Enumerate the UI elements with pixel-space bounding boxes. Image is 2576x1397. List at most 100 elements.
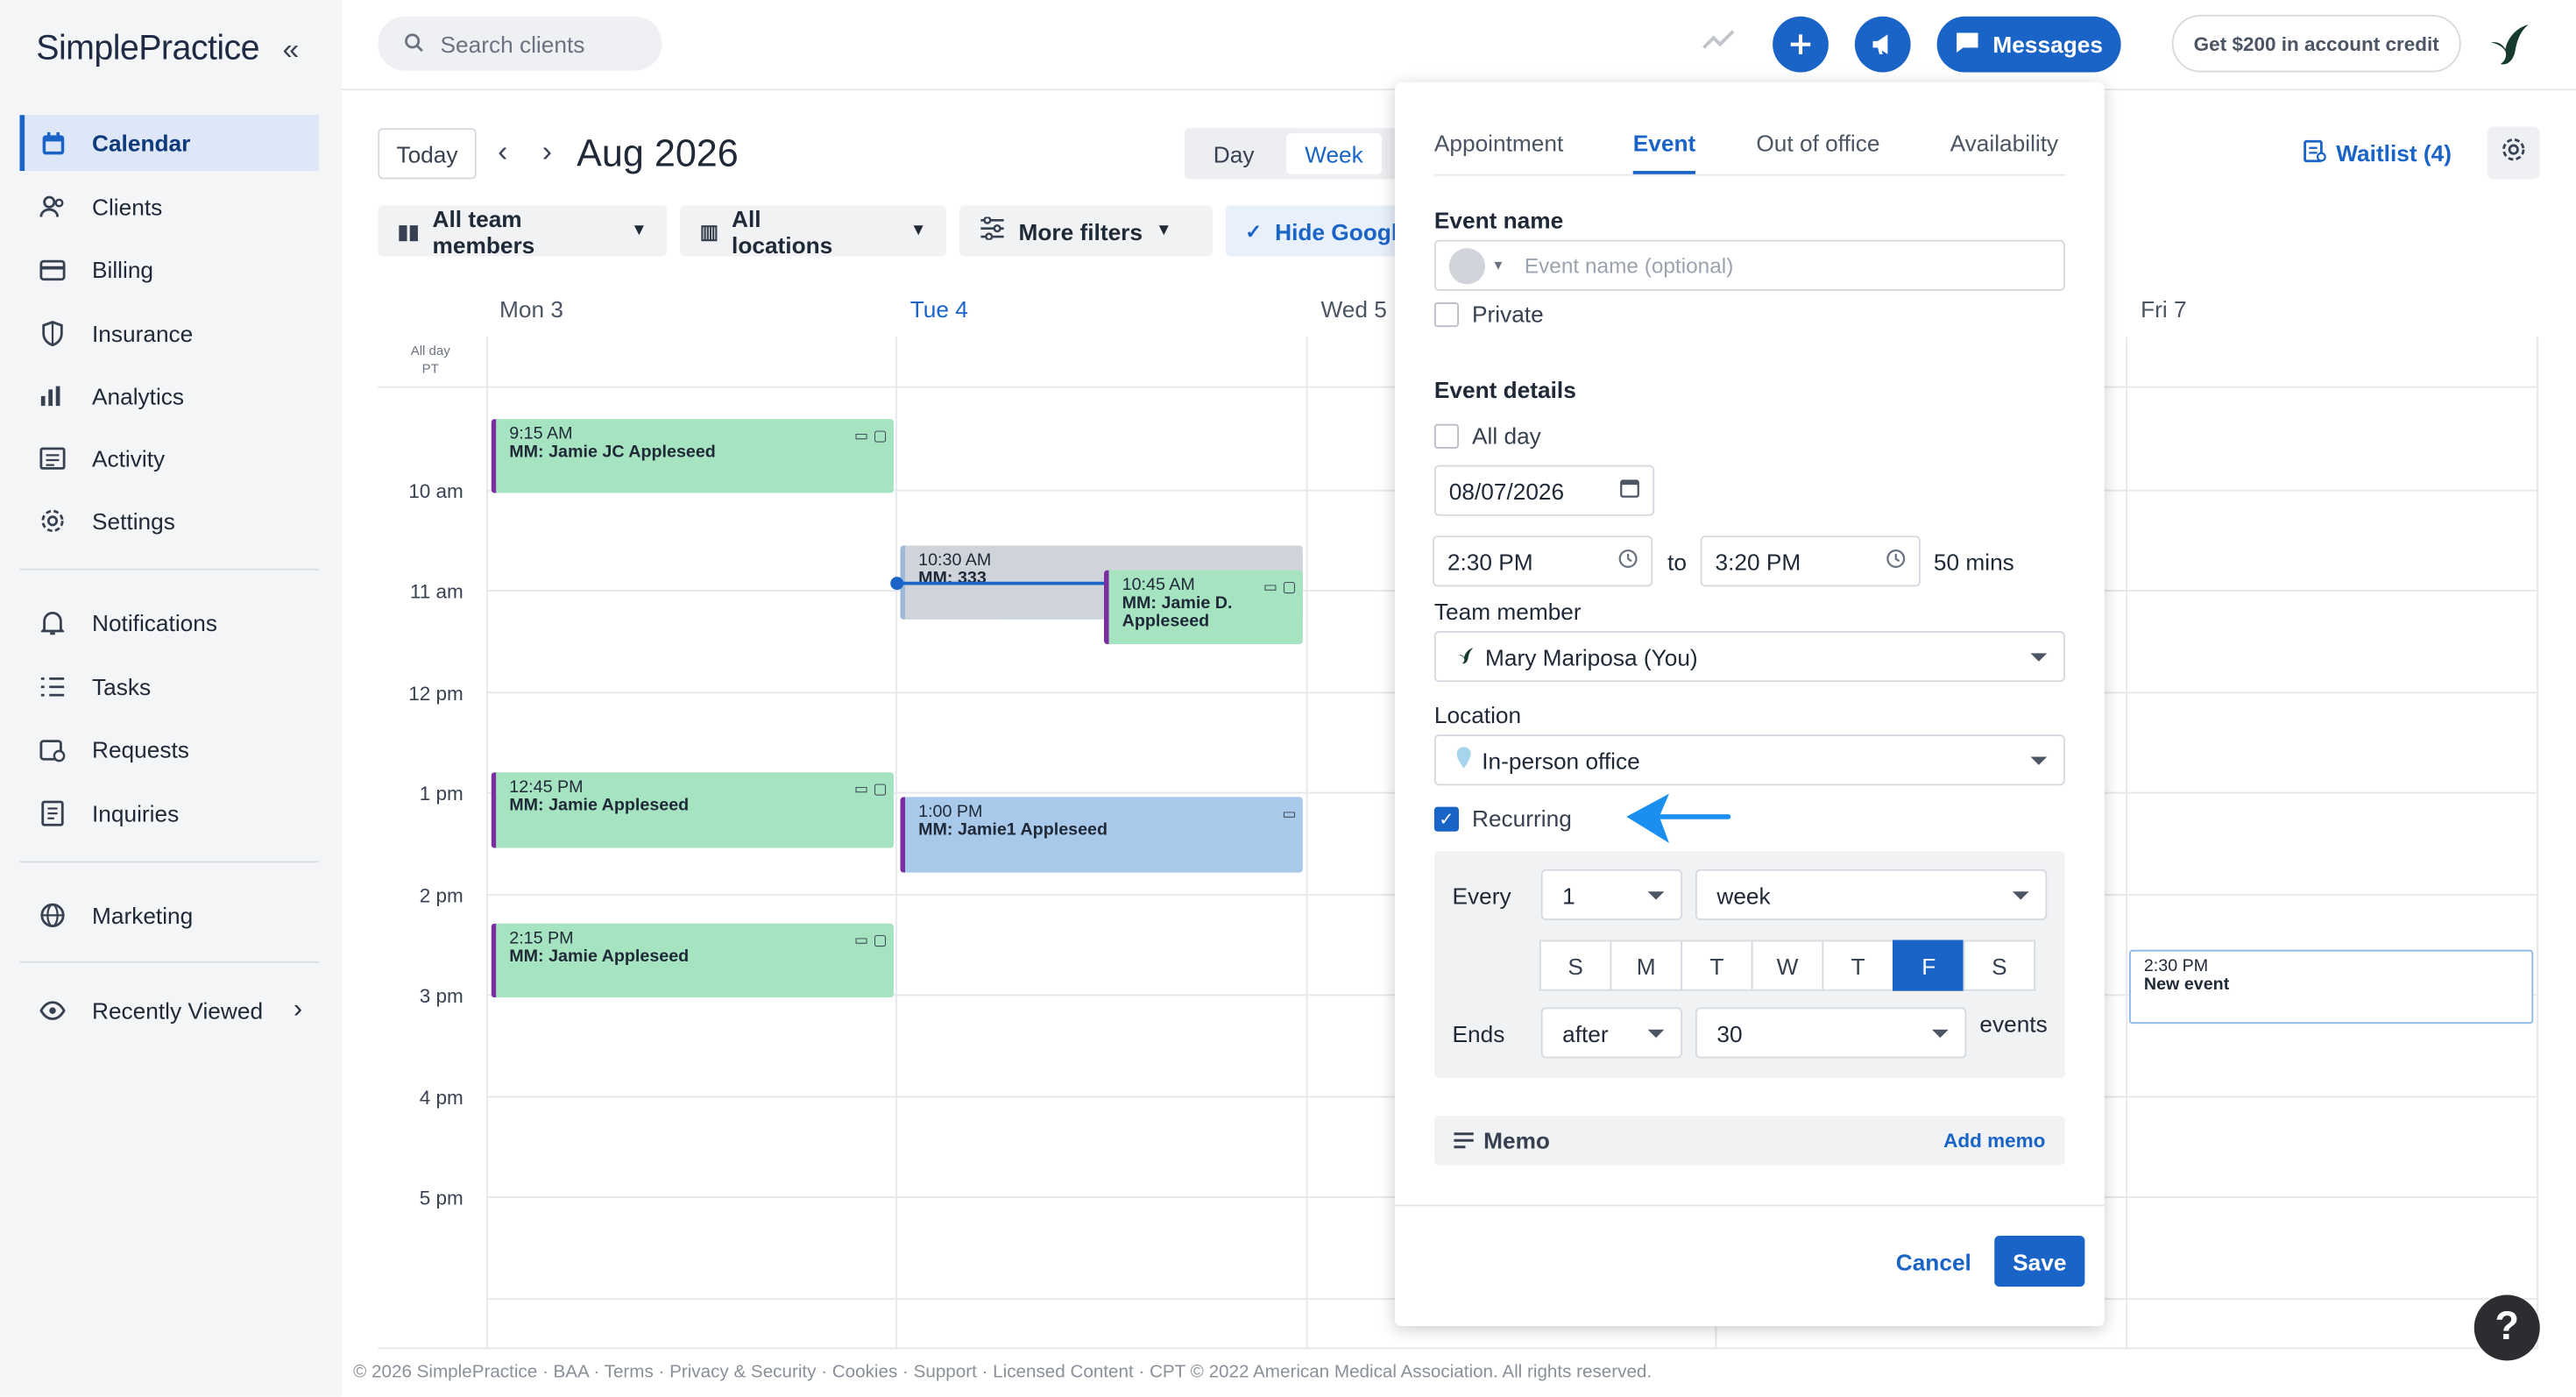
day-header[interactable]: Mon 3	[499, 296, 563, 323]
tab-appointment[interactable]: Appointment	[1434, 130, 1563, 156]
sidebar-item-label: Analytics	[92, 382, 185, 409]
weekday-monday[interactable]: M	[1610, 940, 1682, 991]
team-member-select[interactable]: Mary Mariposa (You)	[1433, 631, 2065, 683]
waitlist-button[interactable]: Waitlist (4)	[2304, 138, 2452, 168]
day-header[interactable]: Fri 7	[2141, 296, 2187, 323]
search-placeholder: Search clients	[440, 30, 585, 57]
appointment-card[interactable]: 2:15 PM MM: Jamie Appleseed ▭ ▢	[491, 923, 894, 998]
every-interval-select[interactable]: 1	[1540, 869, 1682, 920]
weekday-tuesday[interactable]: T	[1681, 940, 1753, 991]
start-time-field[interactable]: 2:30 PM	[1433, 535, 1653, 587]
cancel-button[interactable]: Cancel	[1896, 1249, 1971, 1275]
appointment-card[interactable]: 10:45 AM MM: Jamie D. Appleseed ▭ ▢	[1104, 570, 1303, 644]
ends-type-select[interactable]: after	[1540, 1007, 1682, 1059]
location-select[interactable]: In-person office	[1433, 734, 2065, 786]
memo-label: Memo	[1483, 1127, 1550, 1154]
messages-button[interactable]: Messages	[1936, 16, 2121, 73]
caret-down-icon	[2012, 890, 2029, 899]
sidebar-item-settings[interactable]: Settings	[20, 493, 319, 550]
sidebar-item-billing[interactable]: Billing	[20, 242, 319, 298]
weekday-thursday[interactable]: T	[1822, 940, 1894, 991]
appointment-name: MM: Jamie Appleseed	[509, 795, 690, 815]
chat-icon	[1955, 31, 1979, 59]
every-unit-value: week	[1716, 881, 1771, 908]
sidebar-item-recently-viewed[interactable]: Recently Viewed ›	[20, 982, 319, 1039]
app-logo[interactable]: SimplePractice	[36, 30, 259, 69]
sidebar-item-label: Billing	[92, 256, 154, 283]
activity-icon	[39, 445, 66, 472]
calendar-settings-button[interactable]	[2487, 126, 2540, 180]
end-time-field[interactable]: 3:20 PM	[1700, 535, 1921, 587]
shield-icon	[39, 321, 66, 347]
hour-label: 12 pm	[408, 682, 464, 706]
tab-event[interactable]: Event	[1633, 130, 1695, 156]
weekday-wednesday[interactable]: W	[1751, 940, 1824, 991]
chevron-right-icon[interactable]: ›	[542, 135, 552, 169]
day-header[interactable]: Wed 5	[1321, 296, 1387, 323]
view-week-button[interactable]: Week	[1286, 132, 1382, 174]
sidebar-item-activity[interactable]: Activity	[20, 430, 319, 486]
trend-icon[interactable]	[1702, 25, 1736, 59]
help-button[interactable]: ?	[2473, 1294, 2540, 1361]
sidebar-item-inquiries[interactable]: Inquiries	[20, 785, 319, 841]
recurring-checkbox[interactable]: ✓	[1433, 806, 1459, 832]
chevron-left-icon[interactable]: ‹	[498, 135, 507, 169]
analytics-icon	[39, 383, 66, 409]
event-name-field[interactable]: ▼ Event name (optional)	[1433, 239, 2065, 291]
appointment-card[interactable]: 1:00 PM MM: Jamie1 Appleseed ▭	[900, 797, 1303, 873]
sidebar-item-marketing[interactable]: Marketing	[20, 888, 319, 944]
location-filter[interactable]: ▥ All locations ▼	[680, 204, 946, 257]
private-checkbox[interactable]	[1433, 302, 1459, 328]
sidebar-item-label: Settings	[92, 507, 175, 535]
add-button[interactable]	[1773, 16, 1829, 73]
new-event-card[interactable]: 2:30 PM New event	[2129, 949, 2534, 1025]
user-avatar[interactable]	[2484, 20, 2533, 69]
sidebar-item-analytics[interactable]: Analytics	[20, 368, 319, 424]
sidebar-divider	[19, 861, 319, 863]
save-button[interactable]: Save	[1994, 1236, 2085, 1287]
more-filters-button[interactable]: More filters ▼	[959, 205, 1213, 257]
ends-type-value: after	[1562, 1019, 1609, 1046]
today-button[interactable]: Today	[378, 128, 477, 180]
add-memo-link[interactable]: Add memo	[1943, 1129, 2045, 1152]
weekday-friday[interactable]: F	[1893, 940, 1965, 991]
announcements-button[interactable]	[1854, 16, 1911, 73]
building-icon: ▥	[699, 219, 719, 243]
weekday-saturday[interactable]: S	[1963, 940, 2036, 991]
sidebar-item-insurance[interactable]: Insurance	[20, 306, 319, 362]
collapse-sidebar-icon[interactable]: «	[283, 33, 300, 67]
caret-down-icon: ▼	[1491, 258, 1505, 273]
ends-count-select[interactable]: 30	[1695, 1007, 1967, 1059]
tab-availability[interactable]: Availability	[1950, 130, 2059, 156]
hide-google-button[interactable]: ✓ Hide Google	[1225, 205, 1397, 257]
billing-status-icon: ▢	[873, 780, 888, 798]
caret-down-icon	[1647, 1028, 1665, 1038]
private-label: Private	[1472, 301, 1544, 328]
billing-status-icon: ▢	[873, 932, 888, 948]
team-filter[interactable]: ▮▮ All team members ▼	[378, 204, 668, 257]
sidebar-item-tasks[interactable]: Tasks	[20, 659, 319, 715]
color-picker[interactable]	[1448, 247, 1485, 284]
sidebar-item-calendar[interactable]: Calendar	[19, 115, 319, 171]
appointment-card[interactable]: 9:15 AM MM: Jamie JC Appleseed ▭ ▢	[491, 419, 894, 493]
sidebar-item-notifications[interactable]: Notifications	[20, 595, 319, 651]
team-icon: ▮▮	[397, 219, 420, 243]
tab-out-of-office[interactable]: Out of office	[1756, 130, 1879, 156]
sidebar-item-requests[interactable]: Requests	[20, 721, 319, 777]
weekday-sunday[interactable]: S	[1539, 940, 1612, 991]
account-credit-button[interactable]: Get $200 in account credit	[2171, 14, 2461, 73]
appointment-card[interactable]: 12:45 PM MM: Jamie Appleseed ▭ ▢	[491, 772, 894, 848]
view-day-button[interactable]: Day	[1201, 128, 1267, 179]
date-field[interactable]: 08/07/2026	[1433, 464, 1655, 516]
billing-status-icon: ▢	[1282, 578, 1297, 595]
every-interval-value: 1	[1562, 881, 1575, 908]
calendar-icon[interactable]	[1620, 479, 1640, 503]
sidebar-item-label: Clients	[92, 194, 163, 221]
waitlist-label: Waitlist (4)	[2336, 139, 2452, 167]
day-header-today[interactable]: Tue 4	[910, 296, 968, 323]
every-unit-select[interactable]: week	[1695, 869, 2048, 920]
search-input[interactable]: Search clients	[378, 16, 662, 71]
sidebar-item-label: Notifications	[92, 609, 217, 636]
all-day-checkbox[interactable]	[1433, 423, 1459, 449]
sidebar-item-clients[interactable]: Clients	[20, 179, 319, 235]
